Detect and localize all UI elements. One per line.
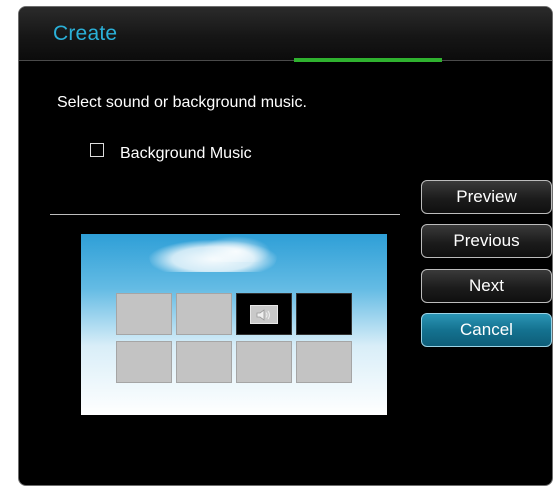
- preview-button[interactable]: Preview: [421, 180, 552, 214]
- cancel-button[interactable]: Cancel: [421, 313, 552, 347]
- content-cell: [236, 341, 292, 383]
- divider: [50, 214, 400, 215]
- content-cell-selected: [296, 293, 352, 335]
- previous-button[interactable]: Previous: [421, 224, 552, 258]
- sound-tile: [250, 305, 278, 324]
- content-cell: [116, 341, 172, 383]
- content-cell: [296, 341, 352, 383]
- background-music-label: Background Music: [120, 145, 252, 162]
- instruction-text: Select sound or background music.: [57, 94, 307, 111]
- cloud-graphic-secondary: [201, 236, 271, 262]
- background-music-checkbox[interactable]: [90, 143, 104, 157]
- step-progress-indicator: [294, 58, 442, 62]
- title-bar: Create: [19, 7, 552, 61]
- dialog-title: Create: [53, 22, 118, 45]
- content-grid: [116, 293, 352, 383]
- next-button[interactable]: Next: [421, 269, 552, 303]
- speaker-icon: [256, 308, 270, 321]
- background-music-option[interactable]: Background Music: [90, 139, 252, 162]
- sound-cell: [236, 293, 292, 335]
- content-cell: [176, 293, 232, 335]
- create-dialog: Create Select sound or background music.…: [18, 6, 553, 486]
- content-cell: [116, 293, 172, 335]
- preview-thumbnail: [81, 234, 387, 415]
- content-cell: [176, 341, 232, 383]
